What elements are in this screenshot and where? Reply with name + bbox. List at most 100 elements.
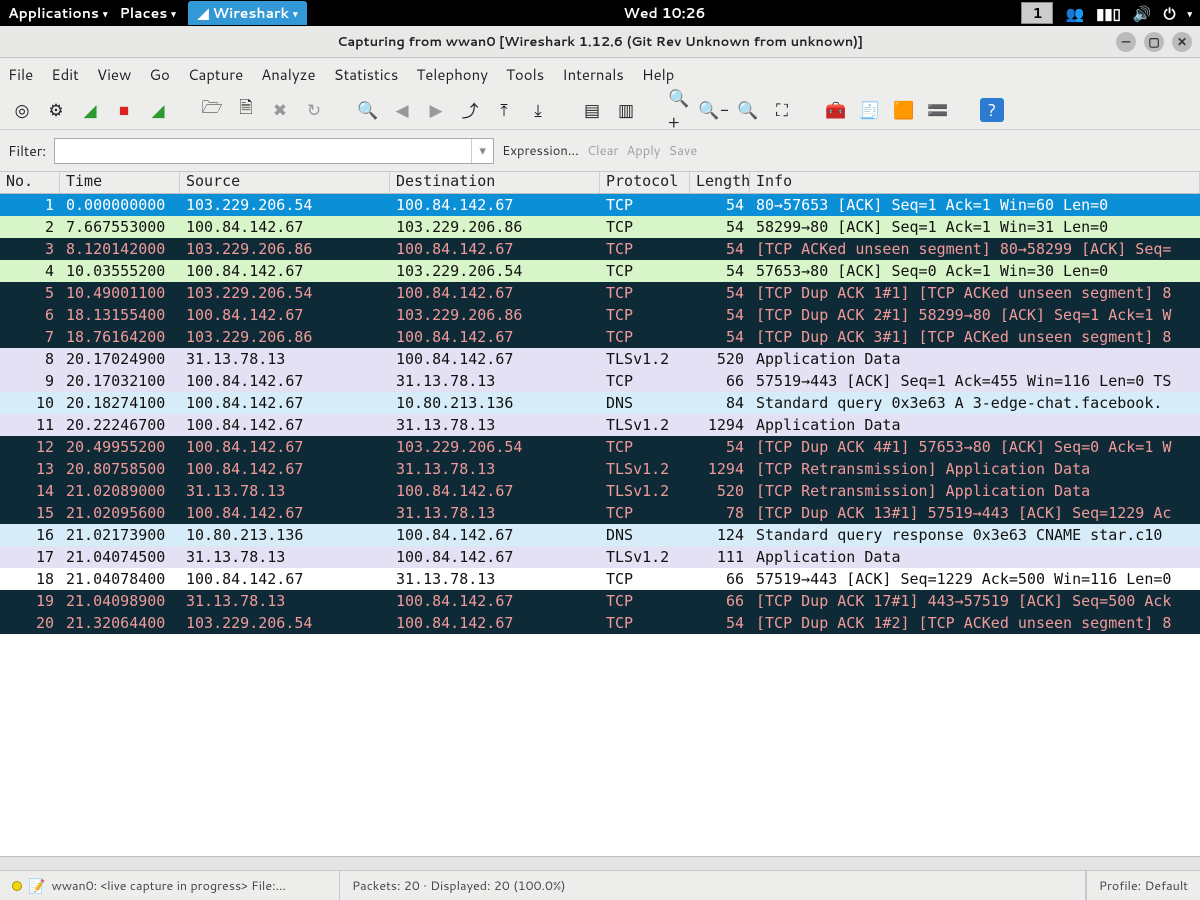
status-packets: Packets: 20 · Displayed: 20 (100.0%)	[352, 877, 566, 895]
packet-row[interactable]: 510.49001100103.229.206.54100.84.142.67T…	[0, 282, 1200, 304]
packet-row[interactable]: 10.000000000103.229.206.54100.84.142.67T…	[0, 194, 1200, 216]
packet-row[interactable]: 1020.18274100100.84.142.6710.80.213.136D…	[0, 392, 1200, 414]
window-maximize-button[interactable]: ▢	[1144, 32, 1164, 52]
packet-row[interactable]: 1120.22246700100.84.142.6731.13.78.13TLS…	[0, 414, 1200, 436]
go-forward-icon[interactable]: ▶	[424, 98, 448, 122]
col-header-protocol[interactable]: Protocol	[600, 172, 690, 193]
col-header-dest[interactable]: Destination	[390, 172, 600, 193]
autoscroll-icon[interactable]: ▥	[614, 98, 638, 122]
packet-row[interactable]: 38.120142000103.229.206.86100.84.142.67T…	[0, 238, 1200, 260]
display-filters-icon[interactable]: 🧾	[858, 98, 882, 122]
packet-row[interactable]: 1621.0217390010.80.213.136100.84.142.67D…	[0, 524, 1200, 546]
packet-row[interactable]: 1320.80758500100.84.142.6731.13.78.13TLS…	[0, 458, 1200, 480]
packet-row[interactable]: 1220.49955200100.84.142.67103.229.206.54…	[0, 436, 1200, 458]
interfaces-icon[interactable]: ◎	[10, 98, 34, 122]
help-icon[interactable]: ?	[980, 98, 1004, 122]
open-file-icon[interactable]: 🗁	[200, 98, 224, 122]
restart-capture-icon[interactable]: ◢	[146, 98, 170, 122]
window-titlebar: Capturing from wwan0 [Wireshark 1.12.6 (…	[0, 26, 1200, 58]
volume-icon[interactable]: 🔊	[1133, 3, 1152, 24]
col-header-time[interactable]: Time	[60, 172, 180, 193]
filter-dropdown-button[interactable]: ▾	[471, 139, 493, 163]
save-file-icon[interactable]: 🗎	[234, 98, 258, 122]
go-back-icon[interactable]: ◀	[390, 98, 414, 122]
menu-statistics[interactable]: Statistics	[334, 64, 399, 85]
expert-info-icon[interactable]	[12, 881, 22, 891]
window-minimize-button[interactable]: —	[1116, 32, 1136, 52]
packet-row[interactable]: 27.667553000100.84.142.67103.229.206.86T…	[0, 216, 1200, 238]
resize-columns-icon[interactable]: ⛶	[770, 98, 794, 122]
workspace-indicator[interactable]: 1	[1021, 2, 1053, 24]
col-header-no[interactable]: No.	[0, 172, 60, 193]
go-first-icon[interactable]: ⤒	[492, 98, 516, 122]
zoom-reset-icon[interactable]: 🔍	[736, 98, 760, 122]
chevron-down-icon: ▾	[171, 7, 176, 20]
coloring-rules-icon[interactable]: 🟧	[892, 98, 916, 122]
status-profile[interactable]: Profile: Default	[1099, 877, 1188, 895]
filter-save-button[interactable]: Save	[669, 142, 698, 160]
packet-list-pane: No. Time Source Destination Protocol Len…	[0, 172, 1200, 634]
stop-capture-icon[interactable]: ■	[112, 98, 136, 122]
app-menubar: File Edit View Go Capture Analyze Statistics Te…	[0, 58, 1200, 90]
packet-row[interactable]: 920.17032100100.84.142.6731.13.78.13TCP6…	[0, 370, 1200, 392]
status-bar: 📝 wwan0: <live capture in progress> File…	[0, 870, 1200, 900]
menu-tools[interactable]: Tools	[506, 64, 544, 85]
window-title: Capturing from wwan0 [Wireshark 1.12.6 (…	[337, 33, 863, 51]
packet-row[interactable]: 410.03555200100.84.142.67103.229.206.54T…	[0, 260, 1200, 282]
packet-details-pane[interactable]	[0, 634, 1200, 856]
packet-row[interactable]: 1421.0208900031.13.78.13100.84.142.67TLS…	[0, 480, 1200, 502]
menu-applications[interactable]: Applications▾	[8, 3, 107, 23]
window-close-button[interactable]: ✕	[1172, 32, 1192, 52]
colorize-icon[interactable]: ▤	[580, 98, 604, 122]
col-header-length[interactable]: Length	[690, 172, 750, 193]
display-filter-bar: Filter: ▾ Expression… Clear Apply Save	[0, 130, 1200, 172]
menu-internals[interactable]: Internals	[562, 64, 624, 85]
packet-row[interactable]: 1821.04078400100.84.142.6731.13.78.13TCP…	[0, 568, 1200, 590]
menu-view[interactable]: View	[97, 64, 132, 85]
status-capture-file: wwan0: <live capture in progress> File:…	[51, 877, 286, 895]
col-header-source[interactable]: Source	[180, 172, 390, 193]
menu-edit[interactable]: Edit	[51, 64, 79, 85]
jump-to-icon[interactable]: ⤴	[458, 98, 482, 122]
network-signal-icon[interactable]: ▮▮▯	[1096, 3, 1121, 24]
packet-row[interactable]: 1721.0407450031.13.78.13100.84.142.67TLS…	[0, 546, 1200, 568]
chevron-down-icon: ▾	[293, 7, 298, 20]
panel-clock[interactable]: Wed 10:26	[623, 3, 705, 23]
filter-label: Filter:	[8, 141, 46, 161]
capture-filters-icon[interactable]: 🧰	[824, 98, 848, 122]
packet-row[interactable]: 820.1702490031.13.78.13100.84.142.67TLSv…	[0, 348, 1200, 370]
close-file-icon[interactable]: ✖	[268, 98, 292, 122]
go-last-icon[interactable]: ⤓	[526, 98, 550, 122]
taskbar-app-wireshark[interactable]: ◢ Wireshark ▾	[188, 1, 308, 25]
find-icon[interactable]: 🔍	[356, 98, 380, 122]
accessibility-icon[interactable]: 👥	[1065, 3, 1084, 24]
menu-analyze[interactable]: Analyze	[261, 64, 315, 85]
filter-expression-button[interactable]: Expression…	[502, 142, 579, 160]
packet-row[interactable]: 1521.02095600100.84.142.6731.13.78.13TCP…	[0, 502, 1200, 524]
filter-clear-button[interactable]: Clear	[587, 142, 619, 160]
desktop-top-panel: Applications▾ Places▾ ◢ Wireshark ▾ Wed …	[0, 0, 1200, 26]
packet-row[interactable]: 718.76164200103.229.206.86100.84.142.67T…	[0, 326, 1200, 348]
menu-capture[interactable]: Capture	[188, 64, 243, 85]
filter-apply-button[interactable]: Apply	[626, 142, 660, 160]
zoom-out-icon[interactable]: 🔍-	[702, 98, 726, 122]
menu-places[interactable]: Places▾	[119, 3, 175, 23]
preferences-icon[interactable]: 🟰	[926, 98, 950, 122]
filter-input[interactable]	[55, 139, 471, 163]
edit-capture-comment-icon[interactable]: 📝	[28, 876, 45, 896]
packet-row[interactable]: 618.13155400100.84.142.67103.229.206.86T…	[0, 304, 1200, 326]
horizontal-scrollbar[interactable]	[0, 856, 1200, 870]
options-icon[interactable]: ⚙	[44, 98, 68, 122]
packet-row[interactable]: 1921.0409890031.13.78.13100.84.142.67TCP…	[0, 590, 1200, 612]
packet-list-header: No. Time Source Destination Protocol Len…	[0, 172, 1200, 194]
menu-telephony[interactable]: Telephony	[416, 64, 488, 85]
menu-help[interactable]: Help	[642, 64, 675, 85]
zoom-in-icon[interactable]: 🔍+	[668, 98, 692, 122]
packet-row[interactable]: 2021.32064400103.229.206.54100.84.142.67…	[0, 612, 1200, 634]
reload-icon[interactable]: ↻	[302, 98, 326, 122]
menu-go[interactable]: Go	[149, 64, 170, 85]
power-icon[interactable]: ⏻	[1164, 3, 1176, 24]
col-header-info[interactable]: Info	[750, 172, 1200, 193]
menu-file[interactable]: File	[8, 64, 33, 85]
start-capture-icon[interactable]: ◢	[78, 98, 102, 122]
